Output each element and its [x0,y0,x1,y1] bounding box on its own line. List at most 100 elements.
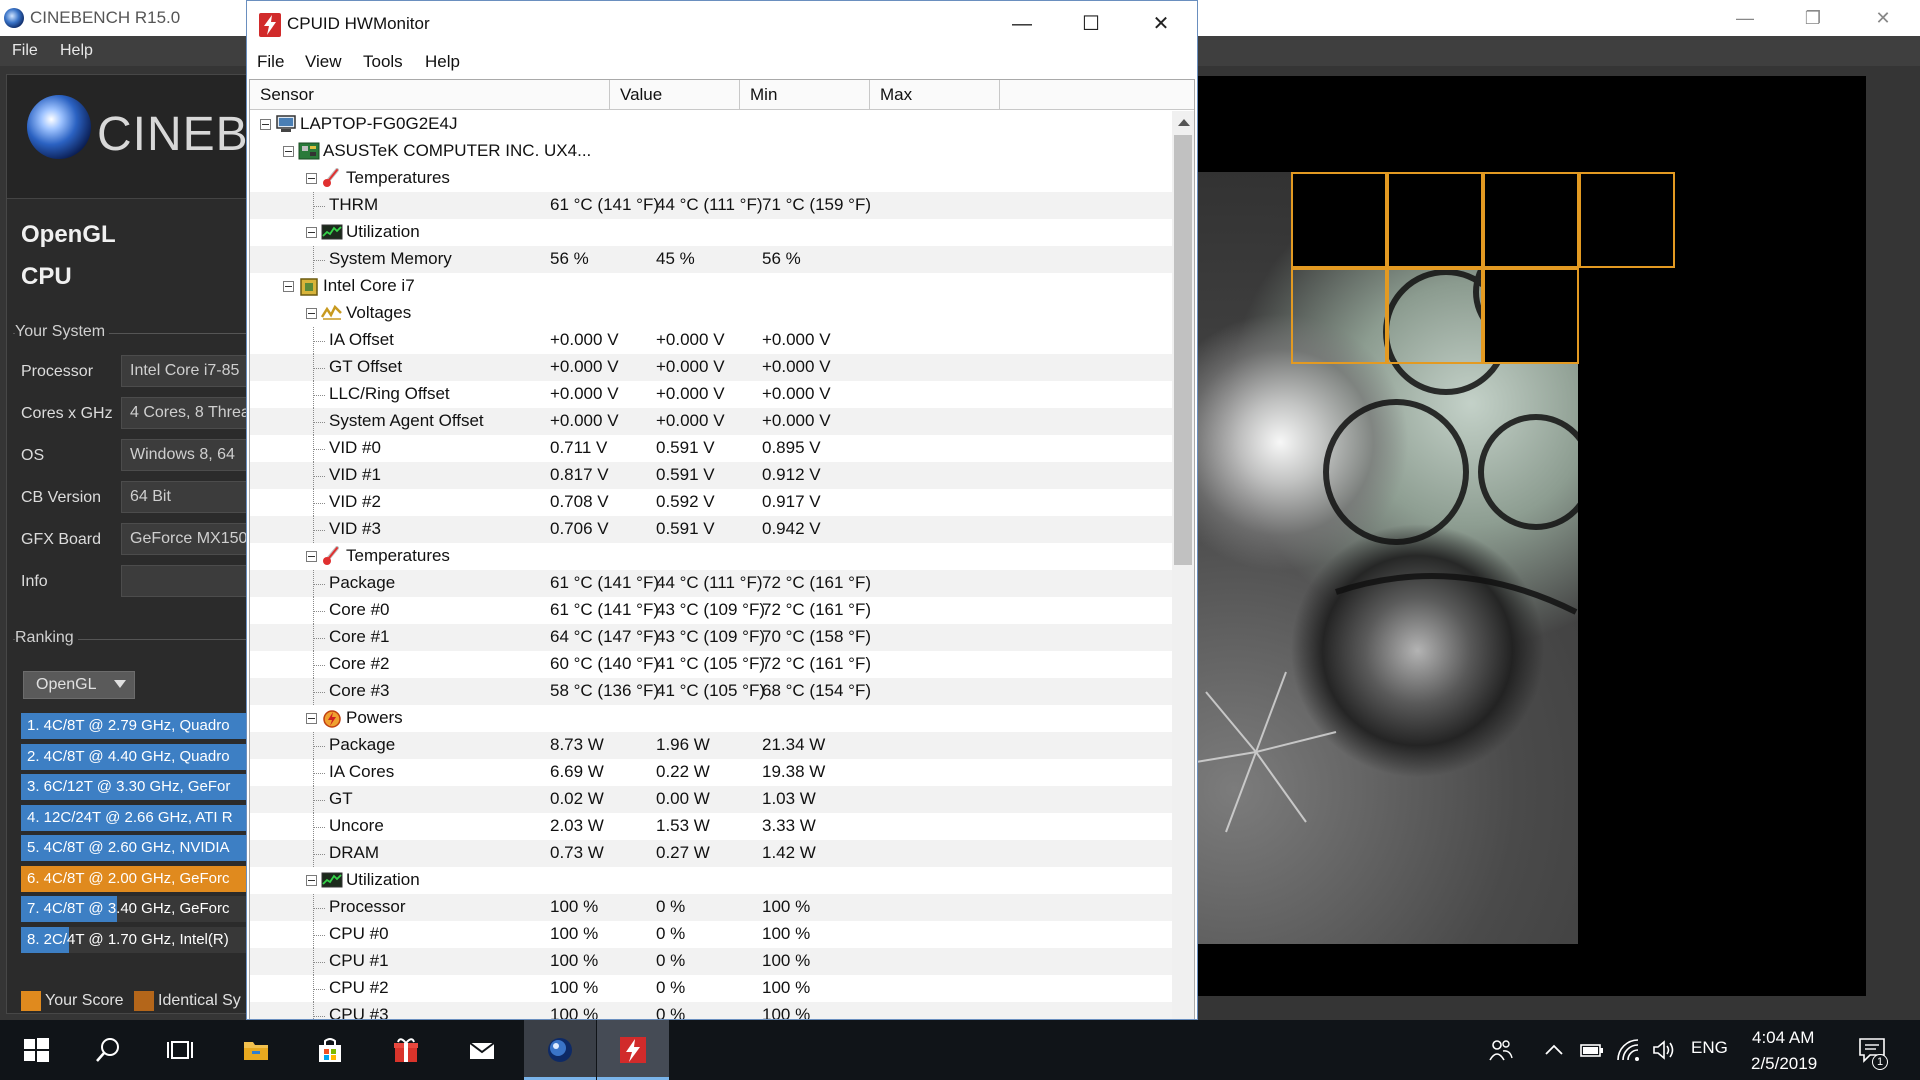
column-header-value[interactable]: Value [610,80,740,110]
sensor-reading-row[interactable]: Core #3 58 °C (136 °F) 41 °C (105 °F) 68 °C… [250,678,1172,705]
hwmonitor-titlebar[interactable]: CPUID HWMonitor — ☐ ✕ [247,1,1197,47]
ranking-item[interactable]: 8. 2C/4T @ 1.70 GHz, Intel(R) [21,926,249,953]
sensor-reading-row[interactable]: CPU #3 100 % 0 % 100 % [250,1002,1172,1019]
test-opengl[interactable]: OpenGL [21,221,116,249]
sensor-reading-row[interactable]: VID #1 0.817 V 0.591 V 0.912 V [250,462,1172,489]
sensor-reading-row[interactable]: Package 61 °C (141 °F) 44 °C (111 °F) 72 °C… [250,570,1172,597]
sensor-group-row[interactable]: Temperatures [250,543,1172,570]
sensor-reading-row[interactable]: DRAM 0.73 W 0.27 W 1.42 W [250,840,1172,867]
volume-icon[interactable] [1652,1038,1676,1062]
sensor-min: 0 % [656,951,686,970]
sensor-reading-row[interactable]: IA Cores 6.69 W 0.22 W 19.38 W [250,759,1172,786]
ranking-item[interactable]: 5. 4C/8T @ 2.60 GHz, NVIDIA [21,835,249,861]
ranking-item[interactable]: 6. 4C/8T @ 2.00 GHz, GeForc [21,865,249,892]
battery-icon[interactable] [1580,1038,1604,1062]
sensor-max: 70 °C (158 °F) [762,627,872,646]
input-language-indicator[interactable]: ENG [1691,1038,1728,1062]
sensor-reading-row[interactable]: IA Offset +0.000 V +0.000 V +0.000 V [250,327,1172,354]
collapse-toggle-icon[interactable] [306,551,317,562]
sensor-reading-row[interactable]: Package 8.73 W 1.96 W 21.34 W [250,732,1172,759]
column-header-max[interactable]: Max [870,80,1000,110]
sensor-reading-row[interactable]: VID #2 0.708 V 0.592 V 0.917 V [250,489,1172,516]
sensor-reading-row[interactable]: CPU #0 100 % 0 % 100 % [250,921,1172,948]
sensor-reading-row[interactable]: System Memory 56 % 45 % 56 % [250,246,1172,273]
tree-connector [313,1016,325,1017]
collapse-toggle-icon[interactable] [283,281,294,292]
tree-connector [313,449,325,450]
sensor-reading-row[interactable]: THRM 61 °C (141 °F) 44 °C (111 °F) 71 °C (1… [250,192,1172,219]
file-explorer-button[interactable] [220,1020,292,1080]
cinebench-restore-button[interactable]: ❐ [1793,4,1833,32]
column-header-sensor[interactable]: Sensor [250,80,610,110]
sensor-group-row[interactable]: LAPTOP-FG0G2E4J [250,111,1172,138]
hwmonitor-menu-help[interactable]: Help [425,52,460,72]
ranking-item[interactable]: 1. 4C/8T @ 2.79 GHz, Quadro [21,713,249,739]
hwmonitor-window-title: CPUID HWMonitor [287,14,430,33]
scrollbar-thumb[interactable] [1174,135,1192,565]
hwmonitor-menu-file[interactable]: File [257,52,284,72]
tree-connector [313,1002,314,1019]
start-button[interactable] [0,1020,72,1080]
ranking-item[interactable]: 7. 4C/8T @ 3.40 GHz, GeForc [21,896,249,922]
ranking-item[interactable]: 3. 6C/12T @ 3.30 GHz, GeFor [21,774,249,800]
tree-connector [313,827,325,828]
store-button[interactable] [294,1020,366,1080]
scroll-up-arrow-icon[interactable] [1178,119,1190,126]
clock-date[interactable]: 2/5/2019 [1751,1054,1817,1074]
task-view-button[interactable] [144,1020,216,1080]
hwmonitor-minimize-button[interactable]: — [997,9,1047,39]
people-icon[interactable] [1488,1038,1514,1062]
sensor-reading-row[interactable]: CPU #2 100 % 0 % 100 % [250,975,1172,1002]
show-hidden-icons-chevron-up-icon[interactable] [1544,1038,1564,1062]
wifi-icon[interactable] [1616,1038,1640,1062]
gift-app-button[interactable] [370,1020,442,1080]
cinebench-taskbar-button[interactable] [524,1020,596,1080]
collapse-toggle-icon[interactable] [306,713,317,724]
sensor-reading-row[interactable]: GT Offset +0.000 V +0.000 V +0.000 V [250,354,1172,381]
hwmonitor-menu-view[interactable]: View [305,52,342,72]
sensor-reading-row[interactable]: CPU #1 100 % 0 % 100 % [250,948,1172,975]
cinebench-menu-help[interactable]: Help [60,42,93,60]
hwmonitor-menu-tools[interactable]: Tools [363,52,403,72]
hwmonitor-taskbar-button[interactable] [597,1020,669,1080]
sensor-group-row[interactable]: Voltages [250,300,1172,327]
cinebench-close-button[interactable]: ✕ [1863,4,1903,32]
sensor-reading-row[interactable]: Core #2 60 °C (140 °F) 41 °C (105 °F) 72 °C… [250,651,1172,678]
sensor-group-row[interactable]: Utilization [250,219,1172,246]
sensor-group-row[interactable]: Temperatures [250,165,1172,192]
ranking-item[interactable]: 2. 4C/8T @ 4.40 GHz, Quadro [21,743,249,770]
system-label-info: Info [21,573,48,590]
sensor-reading-row[interactable]: Core #1 64 °C (147 °F) 43 °C (109 °F) 70 °C… [250,624,1172,651]
collapse-toggle-icon[interactable] [306,308,317,319]
test-cpu[interactable]: CPU [21,263,72,291]
mail-button[interactable] [446,1020,518,1080]
cinebench-menu-file[interactable]: File [12,42,38,60]
sensor-reading-row[interactable]: VID #0 0.711 V 0.591 V 0.895 V [250,435,1172,462]
sensor-scrollbar[interactable] [1172,111,1194,1019]
column-header-min[interactable]: Min [740,80,870,110]
search-button[interactable] [72,1020,144,1080]
collapse-toggle-icon[interactable] [306,875,317,886]
sensor-reading-row[interactable]: Processor 100 % 0 % 100 % [250,894,1172,921]
sensor-group-row[interactable]: Powers [250,705,1172,732]
collapse-toggle-icon[interactable] [306,227,317,238]
sensor-reading-row[interactable]: Uncore 2.03 W 1.53 W 3.33 W [250,813,1172,840]
collapse-toggle-icon[interactable] [283,146,294,157]
sensor-reading-row[interactable]: System Agent Offset +0.000 V +0.000 V +0.00… [250,408,1172,435]
sensor-reading-row[interactable]: VID #3 0.706 V 0.591 V 0.942 V [250,516,1172,543]
sensor-group-row[interactable]: Intel Core i7 [250,273,1172,300]
clock-time[interactable]: 4:04 AM [1752,1028,1814,1048]
collapse-toggle-icon[interactable] [260,119,271,130]
sensor-group-row[interactable]: ASUSTeK COMPUTER INC. UX4... [250,138,1172,165]
sensor-reading-row[interactable]: Core #0 61 °C (141 °F) 43 °C (109 °F) 72 °C… [250,597,1172,624]
system-info-input[interactable] [121,565,249,597]
ranking-test-dropdown[interactable]: OpenGL [23,671,135,699]
sensor-reading-row[interactable]: GT 0.02 W 0.00 W 1.03 W [250,786,1172,813]
ranking-item[interactable]: 4. 12C/24T @ 2.66 GHz, ATI R [21,804,249,831]
hwmonitor-close-button[interactable]: ✕ [1136,9,1186,39]
collapse-toggle-icon[interactable] [306,173,317,184]
sensor-group-row[interactable]: Utilization [250,867,1172,894]
cinebench-minimize-button[interactable]: — [1725,4,1765,32]
hwmonitor-maximize-button[interactable]: ☐ [1066,9,1116,39]
sensor-reading-row[interactable]: LLC/Ring Offset +0.000 V +0.000 V +0.000 V [250,381,1172,408]
